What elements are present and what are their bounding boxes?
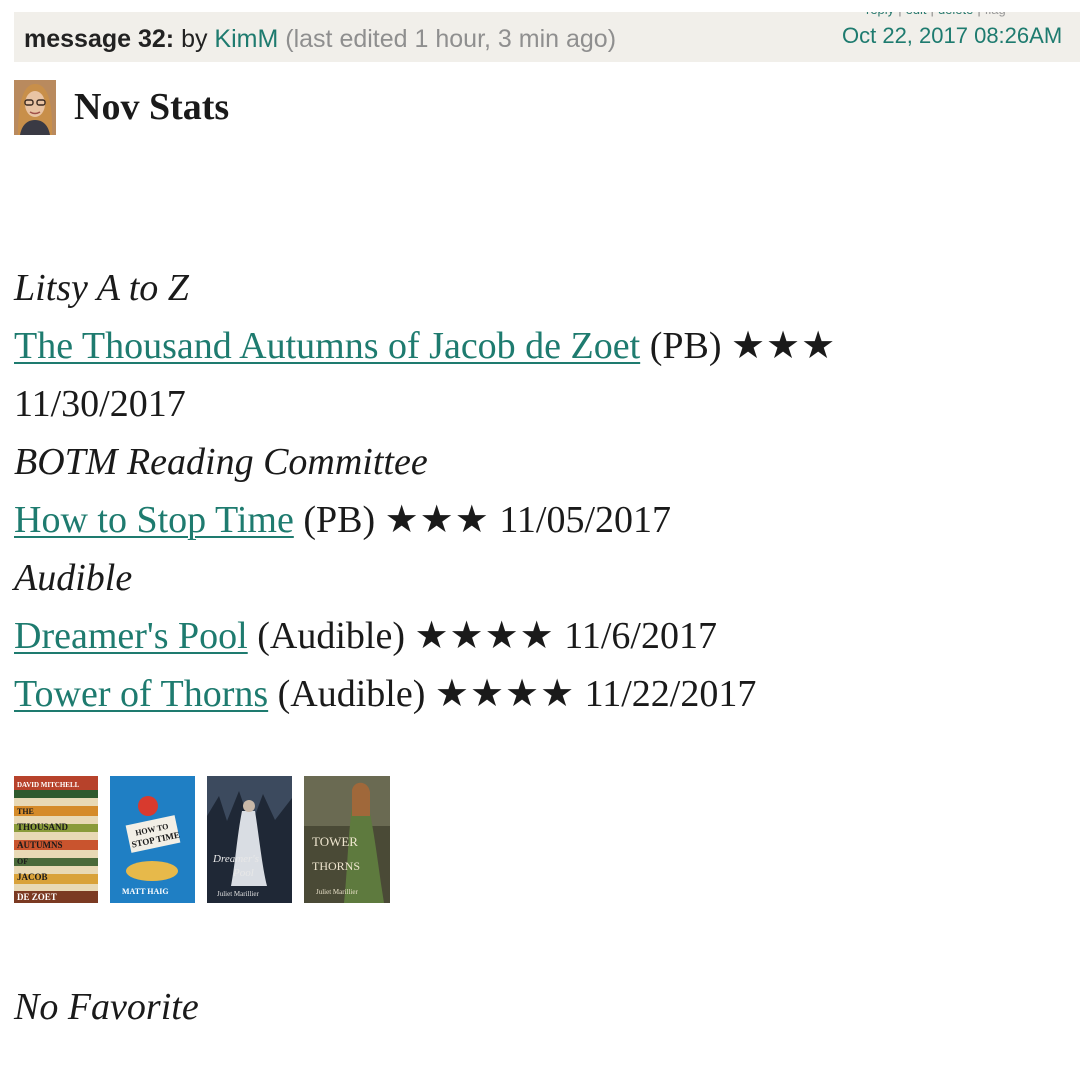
message-number: message 32:	[24, 25, 175, 53]
message-actions: reply|edit|delete|flag	[866, 12, 1006, 17]
cover-text: THORNS	[312, 859, 360, 873]
book-format: (PB)	[303, 499, 376, 541]
post-body: Litsy A to Z The Thousand Autumns of Jac…	[14, 259, 1074, 723]
cover-text: Dreamer's	[212, 853, 259, 865]
cover-text: DE ZOET	[17, 892, 57, 902]
avatar[interactable]	[14, 80, 56, 135]
cover-text: AUTUMNS	[17, 840, 63, 850]
book-link-dreamers-pool[interactable]: Dreamer's Pool	[14, 615, 248, 657]
book-entry: The Thousand Autumns of Jacob de Zoet (P…	[14, 317, 1074, 375]
cover-text: JACOB	[17, 872, 48, 882]
cover-thousand-autumns[interactable]: DAVID MITCHELL THE THOUSAND AUTUMNS OF J…	[14, 776, 98, 903]
star-rating: ★★★★	[434, 673, 576, 715]
cover-text: Pool	[232, 867, 254, 879]
star-rating: ★★★★	[414, 615, 555, 657]
cover-text: DAVID MITCHELL	[17, 781, 80, 789]
cover-how-to-stop-time[interactable]: HOW TO STOP TIME MATT HAIG	[110, 776, 195, 903]
reply-link[interactable]: reply	[866, 12, 894, 17]
book-format: (PB)	[649, 325, 722, 367]
book-format: (Audible)	[257, 615, 405, 657]
cover-text: OF	[17, 857, 28, 866]
author-link[interactable]: KimM	[214, 25, 278, 53]
cover-text: THOUSAND	[17, 822, 69, 832]
cover-text: Juliet Marillier	[316, 888, 358, 896]
star-rating: ★★★	[384, 499, 490, 541]
book-link-thousand-autumns[interactable]: The Thousand Autumns of Jacob de Zoet	[14, 325, 640, 367]
by-text: by	[181, 25, 208, 53]
edited-note: (last edited 1 hour, 3 min ago)	[285, 25, 617, 53]
book-date: 11/6/2017	[564, 615, 717, 657]
flag-link[interactable]: flag	[985, 12, 1006, 17]
star-rating: ★★★	[730, 325, 837, 367]
cover-text: THE	[17, 807, 34, 816]
post-title: Nov Stats	[74, 86, 230, 128]
cover-text: MATT HAIG	[122, 887, 169, 896]
cover-dreamers-pool[interactable]: Dreamer's Pool Juliet Marillier	[207, 776, 292, 903]
delete-link[interactable]: delete	[938, 12, 973, 17]
book-entry: How to Stop Time (PB) ★★★ 11/05/2017	[14, 491, 1074, 549]
book-format: (Audible)	[277, 673, 426, 715]
cover-text: TOWER	[312, 834, 358, 849]
book-entry: Tower of Thorns (Audible) ★★★★ 11/22/201…	[14, 665, 1074, 723]
book-date: 11/05/2017	[499, 499, 672, 541]
book-date: 11/30/2017	[14, 383, 186, 425]
category-litsy: Litsy A to Z	[14, 267, 189, 309]
edit-link[interactable]: edit	[906, 12, 927, 17]
category-botm: BOTM Reading Committee	[14, 441, 428, 483]
book-link-tower-of-thorns[interactable]: Tower of Thorns	[14, 673, 268, 715]
book-date: 11/22/2017	[584, 673, 757, 715]
cover-text: Juliet Marillier	[217, 890, 259, 898]
category-audible: Audible	[14, 557, 133, 599]
no-favorite-note: No Favorite	[14, 986, 199, 1028]
cover-tower-of-thorns[interactable]: TOWER THORNS Juliet Marillier	[304, 776, 390, 903]
message-meta: message 32: by KimM (last edited 1 hour,…	[24, 24, 616, 54]
book-entry: Dreamer's Pool (Audible) ★★★★ 11/6/2017	[14, 607, 1074, 665]
message-date-link[interactable]: Oct 22, 2017 08:26AM	[842, 22, 1062, 50]
message-header: reply|edit|delete|flag message 32: by Ki…	[14, 12, 1080, 62]
book-link-how-to-stop-time[interactable]: How to Stop Time	[14, 499, 294, 541]
